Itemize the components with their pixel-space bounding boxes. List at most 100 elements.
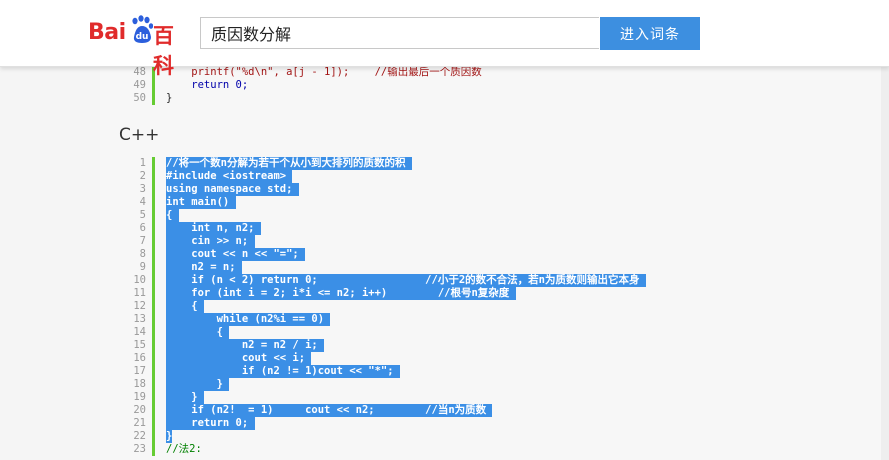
code-line: 2 #include <iostream> <box>100 170 889 183</box>
line-number: 48 <box>133 66 146 78</box>
gutter-bar <box>152 274 155 287</box>
code-line: 11 for (int i = 2; i*i <= n2; i++) //根号n… <box>100 287 889 300</box>
code-line: 19 } <box>100 391 889 404</box>
selected-code-text: int n, n2; <box>166 222 261 235</box>
code-text: //法2: <box>166 443 202 455</box>
search-input[interactable] <box>201 18 591 48</box>
gutter-bar <box>152 365 155 378</box>
line-number: 11 <box>133 287 146 299</box>
gutter-bar <box>152 326 155 339</box>
selected-code-text: return 0; <box>166 417 255 430</box>
selected-code-text: if (n < 2) return 0; //小于2的数不合法，若n为质数则输出… <box>166 274 646 287</box>
code-line: 8 cout << n << "="; <box>100 248 889 261</box>
line-number: 50 <box>133 92 146 104</box>
gutter-bar <box>152 417 155 430</box>
gutter-bar <box>152 248 155 261</box>
line-number: 1 <box>139 157 146 169</box>
gutter-bar <box>152 196 155 209</box>
line-number: 7 <box>139 235 146 247</box>
selected-code-text: } <box>166 378 230 391</box>
gutter-bar <box>152 209 155 222</box>
gutter-bar <box>152 443 155 456</box>
code-line: 15 n2 = n2 / i; <box>100 339 889 352</box>
gutter-bar <box>152 352 155 365</box>
code-text: } <box>166 92 173 104</box>
code-line: 10 if (n < 2) return 0; //小于2的数不合法，若n为质数… <box>100 274 889 287</box>
line-number: 5 <box>139 209 146 221</box>
code-line: 4 int main() <box>100 196 889 209</box>
vertical-scrollbar[interactable] <box>881 66 889 460</box>
selected-code-text: { <box>166 209 179 222</box>
selected-code-text: using namespace std; <box>166 183 299 196</box>
line-number: 17 <box>133 365 146 377</box>
code-line: 6 int n, n2; <box>100 222 889 235</box>
selected-code-text: { <box>166 326 230 339</box>
selected-code-text: if (n2 != 1)cout << "*"; <box>166 365 400 378</box>
gutter-bar <box>152 339 155 352</box>
selected-code-text: cout << i; <box>166 352 312 365</box>
gutter-bar <box>152 313 155 326</box>
logo-text-bai: Bai <box>88 20 126 45</box>
baidu-baike-logo[interactable]: Bai du 百科 <box>88 14 193 78</box>
gutter-bar <box>152 430 155 443</box>
selected-code-text: } <box>166 430 173 443</box>
section-heading-cpp: C++ <box>119 125 160 145</box>
code-line: 21 return 0; <box>100 417 889 430</box>
code-block-cpp[interactable]: 1 //将一个数n分解为若干个从小到大排列的质数的积 2 #include <ios… <box>100 157 889 456</box>
gutter-bar <box>152 404 155 417</box>
selected-code-text: //将一个数n分解为若干个从小到大排列的质数的积 <box>166 157 412 170</box>
paw-icon: du <box>132 15 153 43</box>
gutter-bar <box>152 79 155 92</box>
gutter-bar <box>152 261 155 274</box>
code-line: 50} <box>100 92 889 105</box>
line-number: 9 <box>139 261 146 273</box>
line-number: 22 <box>133 430 146 442</box>
line-number: 3 <box>139 183 146 195</box>
logo-text-baike: 百科 <box>153 24 174 78</box>
line-number: 14 <box>133 326 146 338</box>
gutter-bar <box>152 157 155 170</box>
code-line: 20 if (n2! = 1) cout << n2; //当n为质数 <box>100 404 889 417</box>
gutter-bar <box>152 183 155 196</box>
selected-code-text: cout << n << "="; <box>166 248 306 261</box>
search-box[interactable] <box>200 17 599 49</box>
code-line: 22} <box>100 430 889 443</box>
selected-code-text: } <box>166 391 204 404</box>
selected-code-text: while (n2%i == 0) <box>166 313 331 326</box>
line-number: 20 <box>133 404 146 416</box>
gutter-bar <box>152 287 155 300</box>
gutter-bar <box>152 222 155 235</box>
selected-code-text: for (int i = 2; i*i <= n2; i++) //根号n复杂度 <box>166 287 516 300</box>
gutter-bar <box>152 378 155 391</box>
code-line: 13 while (n2%i == 0) <box>100 313 889 326</box>
selected-code-text: cin >> n; <box>166 235 255 248</box>
enter-entry-button[interactable]: 进入词条 <box>600 17 700 50</box>
code-line: 7 cin >> n; <box>100 235 889 248</box>
line-number: 23 <box>133 443 146 455</box>
line-number: 15 <box>133 339 146 351</box>
code-line: 23 //法2: <box>100 443 889 456</box>
selected-code-text: n2 = n2 / i; <box>166 339 325 352</box>
code-line: 14 { <box>100 326 889 339</box>
logo-text-du: du <box>136 32 149 42</box>
line-number: 4 <box>139 196 146 208</box>
line-number: 18 <box>133 378 146 390</box>
code-block-c: 48 printf("%d\n", a[j - 1]); //输出最后一个质因数… <box>100 66 889 105</box>
selected-code-text: n2 = n; <box>166 261 242 274</box>
line-number: 2 <box>139 170 146 182</box>
code-line: 9 n2 = n; <box>100 261 889 274</box>
code-line: 1 //将一个数n分解为若干个从小到大排列的质数的积 <box>100 157 889 170</box>
code-line: 16 cout << i; <box>100 352 889 365</box>
code-line: 12 { <box>100 300 889 313</box>
line-number: 16 <box>133 352 146 364</box>
selected-code-text: int main() <box>166 196 236 209</box>
gutter-bar <box>152 300 155 313</box>
code-line: 49 return 0; <box>100 79 889 92</box>
line-number: 6 <box>139 222 146 234</box>
line-number: 12 <box>133 300 146 312</box>
gutter-bar <box>152 170 155 183</box>
line-number: 8 <box>139 248 146 260</box>
selected-code-text: { <box>166 300 204 313</box>
article-content: 48 printf("%d\n", a[j - 1]); //输出最后一个质因数… <box>100 0 889 460</box>
line-number: 10 <box>133 274 146 286</box>
